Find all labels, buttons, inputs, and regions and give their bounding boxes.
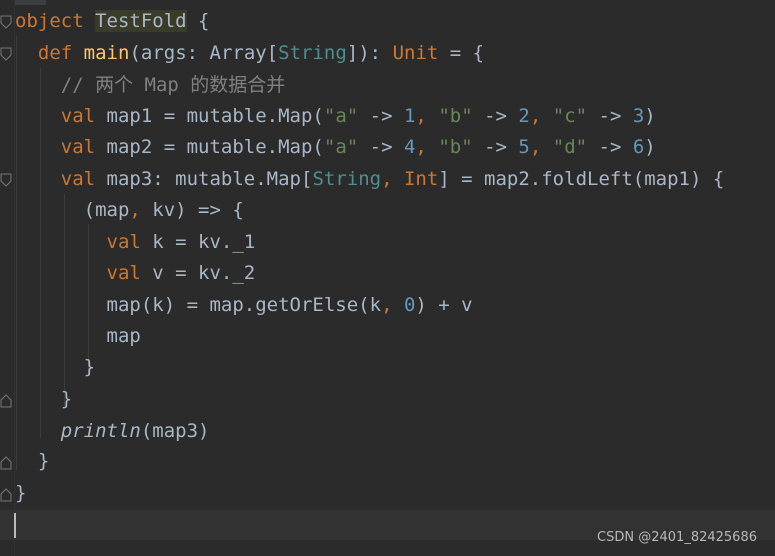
function-name: println bbox=[60, 420, 141, 442]
fold-open-icon[interactable] bbox=[0, 15, 12, 29]
keyword: val bbox=[60, 136, 96, 158]
keyword: val bbox=[60, 105, 96, 127]
code-text: -> bbox=[587, 105, 633, 127]
code-line-16[interactable]: } bbox=[15, 478, 26, 509]
watermark: CSDN @2401_82425686 bbox=[597, 530, 757, 545]
code-line-7[interactable]: (map, kv) => { bbox=[15, 195, 244, 226]
code-line-11[interactable]: map bbox=[15, 321, 141, 352]
code-line-9[interactable]: val v = kv._2 bbox=[15, 258, 256, 289]
code-text: -> bbox=[472, 136, 519, 158]
number-literal: 3 bbox=[632, 105, 645, 127]
string-literal: "a" bbox=[323, 105, 359, 127]
code-text: v = kv._2 bbox=[140, 262, 256, 284]
code-text: map bbox=[106, 325, 141, 347]
code-text: -> bbox=[358, 136, 404, 158]
comma: , bbox=[129, 199, 153, 221]
comma: , bbox=[529, 136, 553, 158]
fold-close-icon[interactable] bbox=[0, 456, 12, 470]
comma: , bbox=[529, 105, 553, 127]
code-line-2[interactable]: def main(args: Array[String]): Unit = { bbox=[15, 38, 484, 69]
code-text: ) bbox=[644, 105, 656, 127]
code-line-6[interactable]: val map3: mutable.Map[String, Int] = map… bbox=[15, 164, 725, 195]
code-line-4[interactable]: val map1 = mutable.Map("a" -> 1, "b" -> … bbox=[15, 101, 656, 132]
type-name: Int bbox=[403, 168, 439, 190]
code-text: map3: mutable.Map[ bbox=[95, 168, 313, 190]
code-text: -> bbox=[587, 136, 633, 158]
comment: // 两个 Map 的数据合并 bbox=[60, 74, 286, 96]
keyword: object bbox=[15, 10, 84, 32]
keyword: val bbox=[60, 168, 96, 190]
number-literal: 1 bbox=[403, 105, 416, 127]
fold-open-icon[interactable] bbox=[0, 47, 12, 61]
code-line-15[interactable]: } bbox=[15, 446, 49, 477]
code-text: ] = map2.foldLeft(map1) { bbox=[438, 168, 725, 190]
code-text: } bbox=[83, 356, 96, 378]
string-literal: "a" bbox=[323, 136, 359, 158]
type-name: String bbox=[278, 42, 347, 64]
comma: , bbox=[415, 105, 439, 127]
code-text: map1 = mutable.Map( bbox=[95, 105, 324, 127]
number-literal: 2 bbox=[518, 105, 530, 127]
comma: , bbox=[415, 136, 439, 158]
string-literal: "d" bbox=[552, 136, 588, 158]
string-literal: "b" bbox=[438, 136, 473, 158]
number-literal: 5 bbox=[518, 136, 530, 158]
comma: , bbox=[381, 294, 404, 316]
code-line-12[interactable]: } bbox=[15, 352, 95, 383]
code-text: { bbox=[186, 10, 210, 32]
code-text: map2 = mutable.Map( bbox=[95, 136, 324, 158]
code-line-5[interactable]: val map2 = mutable.Map("a" -> 4, "b" -> … bbox=[15, 132, 656, 163]
editor-tab-strip bbox=[14, 0, 46, 5]
code-text: kv) => { bbox=[152, 199, 244, 221]
code-line-14[interactable]: println(map3) bbox=[15, 416, 210, 447]
code-text: } bbox=[15, 482, 27, 504]
keyword: val bbox=[106, 231, 141, 253]
code-text: ) + v bbox=[415, 294, 473, 316]
fold-close-icon[interactable] bbox=[0, 394, 12, 408]
code-line-10[interactable]: map(k) = map.getOrElse(k, 0) + v bbox=[15, 290, 473, 321]
number-literal: 4 bbox=[403, 136, 416, 158]
code-text: (args: Array[ bbox=[129, 42, 279, 64]
string-literal: "b" bbox=[438, 105, 473, 127]
code-text: (map bbox=[83, 199, 130, 221]
code-line-3[interactable]: // 两个 Map 的数据合并 bbox=[15, 70, 286, 101]
fold-close-icon[interactable] bbox=[0, 488, 12, 502]
keyword: val bbox=[106, 262, 141, 284]
code-line-13[interactable]: } bbox=[15, 384, 72, 415]
code-text: } bbox=[37, 450, 50, 472]
string-literal: "c" bbox=[552, 105, 588, 127]
number-literal: 6 bbox=[632, 136, 645, 158]
object-name: TestFold bbox=[95, 10, 187, 32]
code-text: -> bbox=[472, 105, 519, 127]
type-name: Unit bbox=[392, 42, 439, 64]
code-text: ) bbox=[644, 136, 656, 158]
code-line-1[interactable]: object TestFold { bbox=[15, 6, 210, 37]
code-text: = { bbox=[438, 42, 485, 64]
code-text: -> bbox=[358, 105, 404, 127]
number-literal: 0 bbox=[403, 294, 416, 316]
text-caret bbox=[14, 513, 16, 538]
function-name: main bbox=[83, 42, 130, 64]
code-line-8[interactable]: val k = kv._1 bbox=[15, 227, 256, 258]
keyword: def bbox=[37, 42, 73, 64]
code-text: ]): bbox=[346, 42, 393, 64]
fold-open-icon[interactable] bbox=[0, 173, 12, 187]
code-text: map(k) = map.getOrElse(k bbox=[106, 294, 382, 316]
code-text: (map3) bbox=[140, 420, 210, 442]
type-name: String bbox=[312, 168, 382, 190]
code-editor[interactable]: object TestFold { def main(args: Array[S… bbox=[0, 0, 775, 556]
comma: , bbox=[381, 168, 404, 190]
code-text: } bbox=[60, 388, 73, 410]
code-text: k = kv._1 bbox=[140, 231, 256, 253]
